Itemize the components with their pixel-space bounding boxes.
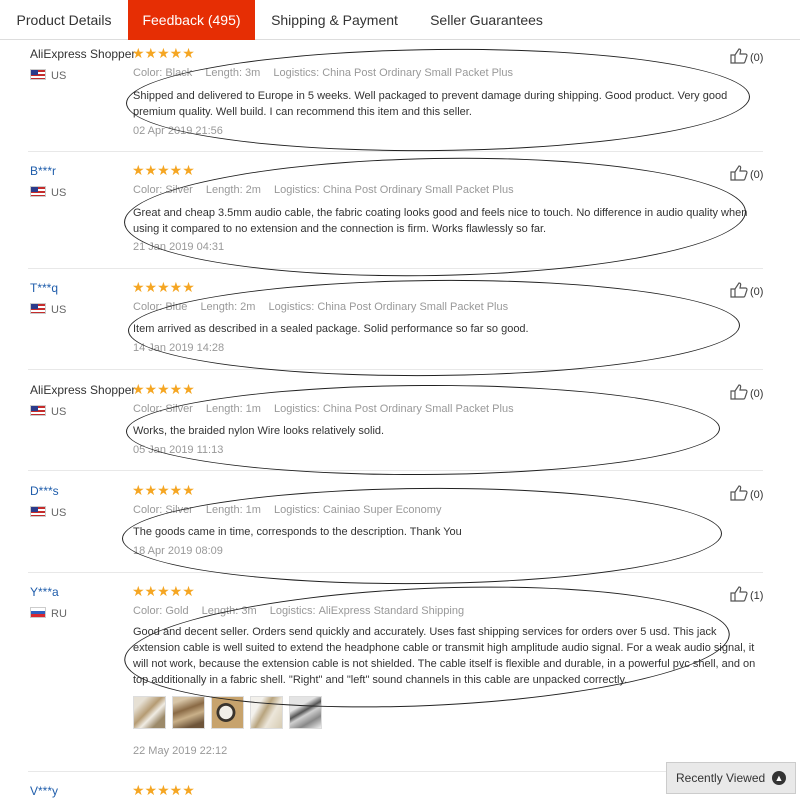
review-date: 02 Apr 2019 21:56 (133, 125, 223, 137)
reviewer-country: US (30, 186, 66, 199)
helpful-button[interactable]: (0) (730, 485, 763, 501)
star-rating: ★★★★★ (132, 279, 195, 295)
review-photo[interactable] (172, 696, 205, 729)
ru-flag-icon (30, 607, 46, 618)
review-item: AliExpress Shopper US ★★★★★ Color: Silver… (28, 370, 763, 471)
purchase-details: Color: Gold Length: 3m Logistics: AliExpres… (133, 605, 465, 617)
purchase-details: Color: Silver Length: 1m Logistics: Cainiao… (133, 504, 442, 516)
tab-shipping-payment[interactable]: Shipping & Payment (255, 0, 414, 40)
thumbs-up-icon (730, 384, 748, 400)
star-rating: ★★★★★ (132, 162, 195, 178)
tab-product-details[interactable]: Product Details (0, 0, 128, 40)
reviewer-country: US (30, 69, 66, 82)
reviewer-name: B***r (30, 164, 57, 178)
review-text: Works, the braided nylon Wire looks rela… (133, 425, 385, 437)
purchase-details: Color: Black Length: 3m Logistics: China Po… (133, 67, 513, 79)
us-flag-icon (30, 69, 46, 80)
review-photo[interactable] (250, 696, 283, 729)
thumbs-up-icon (730, 586, 748, 602)
helpful-button[interactable]: (0) (730, 48, 763, 64)
review-date: 14 Jan 2019 14:28 (133, 342, 225, 354)
helpful-button[interactable]: (0) (730, 384, 763, 400)
helpful-button[interactable]: (0) (730, 165, 763, 181)
review-photo[interactable] (133, 696, 166, 729)
review-date: 22 May 2019 22:12 (133, 745, 228, 757)
reviewer-country: RU (30, 607, 67, 620)
purchase-details: Color: Blue Length: 2m Logistics: China Pos… (133, 301, 509, 313)
review-text: Shipped and delivered to Europe in 5 wee… (133, 90, 728, 118)
review-photo[interactable] (289, 696, 322, 729)
review-date: 18 Apr 2019 08:09 (133, 545, 223, 557)
reviewer-name: T***q (30, 281, 59, 295)
star-rating: ★★★★★ (132, 583, 195, 599)
us-flag-icon (30, 303, 46, 314)
star-rating: ★★★★★ (132, 45, 195, 61)
review-text: Great and cheap 3.5mm audio cable, the f… (133, 207, 748, 235)
reviewer-country: US (30, 303, 66, 316)
review-item: T***q US ★★★★★ Color: Blue Length: 2m Logi… (28, 269, 763, 370)
star-rating: ★★★★★ (132, 381, 195, 397)
recently-viewed-button[interactable]: Recently Viewed ▲ (666, 762, 796, 794)
tab-feedback[interactable]: Feedback (495) (128, 0, 255, 40)
review-text: Item arrived as described in a sealed pa… (133, 323, 529, 335)
review-text: Good and decent seller. Orders send quic… (133, 626, 756, 686)
chevron-up-icon: ▲ (772, 771, 786, 785)
thumbs-up-icon (730, 165, 748, 181)
tab-seller-guarantees[interactable]: Seller Guarantees (414, 0, 559, 40)
us-flag-icon (30, 186, 46, 197)
tab-bar: Product Details Feedback (495) Shipping … (0, 0, 800, 40)
thumbs-up-icon (730, 48, 748, 64)
reviewer-country: US (30, 506, 66, 519)
reviewer-name: V***y (30, 784, 59, 798)
reviewer-country: US (30, 405, 66, 418)
helpful-button[interactable]: (1) (730, 586, 763, 602)
thumbs-up-icon (730, 485, 748, 501)
us-flag-icon (30, 506, 46, 517)
review-item: D***s US ★★★★★ Color: Silver Length: 1m Lo… (28, 471, 763, 573)
reviewer-name: D***s (30, 484, 59, 498)
star-rating: ★★★★★ (132, 782, 195, 798)
reviewer-name: AliExpress Shopper (30, 383, 136, 397)
review-photo[interactable] (211, 696, 244, 729)
us-flag-icon (30, 405, 46, 416)
star-rating: ★★★★★ (132, 482, 195, 498)
review-item: AliExpress Shopper US ★★★★★ Color: Black … (28, 41, 763, 152)
thumbs-up-icon (730, 282, 748, 298)
review-date: 05 Jan 2019 11:13 (133, 444, 224, 456)
reviewer-name: AliExpress Shopper (30, 47, 136, 61)
review-item: Y***a RU ★★★★★ Color: Gold Length: 3m Logi… (28, 573, 763, 772)
review-text: The goods came in time, corresponds to t… (133, 526, 462, 538)
review-date: 21 Jan 2019 04:31 (133, 241, 225, 253)
reviewer-name: Y***a (30, 585, 59, 599)
helpful-button[interactable]: (0) (730, 282, 763, 298)
review-item: V***y ★★★★★ (28, 772, 763, 800)
review-item: B***r US ★★★★★ Color: Silver Length: 2m Lo… (28, 152, 763, 269)
purchase-details: Color: Silver Length: 2m Logistics: China P… (133, 184, 514, 196)
purchase-details: Color: Silver Length: 1m Logistics: China P… (133, 403, 514, 415)
recently-viewed-label: Recently Viewed (676, 771, 766, 785)
